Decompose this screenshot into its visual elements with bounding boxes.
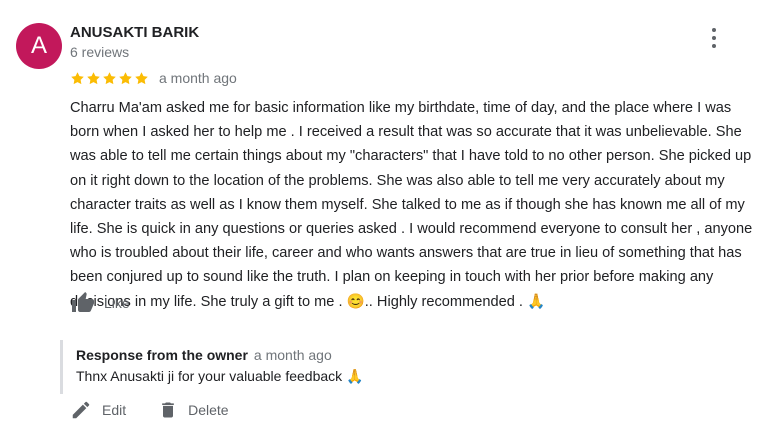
rating-row: a month ago [70,69,237,87]
delete-button[interactable]: Delete [158,399,229,421]
more-options-icon[interactable] [706,28,722,54]
owner-actions: Edit Delete [70,399,261,421]
like-button[interactable]: Like [70,291,130,315]
pencil-icon [72,401,90,419]
trash-icon [162,402,174,418]
owner-response-age: a month ago [253,347,332,363]
owner-response: Response from the owner a month ago Thnx … [60,340,753,394]
star-icon [71,71,84,84]
star-icon [103,71,116,84]
star-icon [87,71,100,84]
owner-response-header: Response from the owner a month ago [76,347,332,363]
star-rating [70,71,149,86]
review-text: Charru Ma'am asked me for basic informat… [70,100,753,310]
avatar-initial: A [30,32,47,59]
avatar[interactable]: A [16,23,62,69]
edit-label: Edit [102,402,127,418]
star-icon [119,71,132,84]
reviewer-review-count: 6 reviews [70,44,130,60]
star-icon [135,71,148,84]
owner-response-text: Thnx Anusakti ji for your valuable feedb… [76,368,364,384]
review-age: a month ago [159,70,237,86]
owner-response-heading: Response from the owner [76,347,248,363]
delete-label: Delete [188,402,229,418]
edit-button[interactable]: Edit [70,399,126,421]
reviewer-name[interactable]: ANUSAKTI BARIK [70,24,199,41]
thumbs-up-icon [72,292,94,312]
like-label: Like [104,295,130,311]
